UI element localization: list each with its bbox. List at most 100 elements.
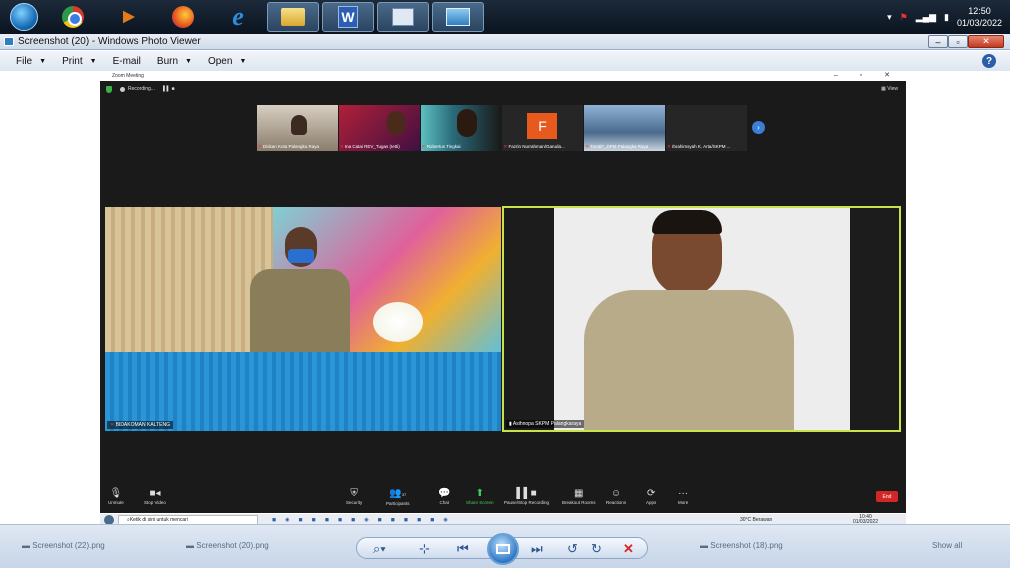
participant-avatar bbox=[386, 111, 405, 135]
photo-display: Zoom Meeting – ▫ ✕ Recording... ▌▌ ■ ▦ V… bbox=[0, 71, 1010, 526]
taskbar-chrome[interactable] bbox=[47, 2, 99, 32]
taskbar-firefox[interactable] bbox=[157, 2, 209, 32]
strip-item-label: Screenshot (20).png bbox=[196, 541, 269, 550]
person-body bbox=[250, 269, 350, 359]
menu-email-label: E-mail bbox=[112, 55, 141, 67]
table-cloth bbox=[105, 352, 501, 431]
show-all-button[interactable]: Show all bbox=[932, 541, 962, 550]
speaker-uniform bbox=[584, 290, 794, 430]
media-player-icon bbox=[123, 10, 135, 24]
thumb-name: Diskan Kota Palangka Raya bbox=[263, 144, 320, 149]
participants-count: 37 bbox=[401, 492, 407, 497]
menu-print-label: Print bbox=[62, 55, 83, 67]
close-button[interactable]: ✕ bbox=[968, 35, 1004, 48]
window-titlebar: Screenshot (20) - Windows Photo Viewer –… bbox=[0, 34, 1010, 50]
share-screen-icon: ⬆ bbox=[475, 488, 484, 499]
participants-control: 👥37 Participants bbox=[386, 487, 410, 506]
start-button[interactable] bbox=[4, 2, 44, 32]
zoom-icon[interactable]: ⌕▾ bbox=[373, 541, 386, 557]
muted-mic-icon: 🎙 bbox=[109, 488, 123, 499]
menu-open[interactable]: Open ▼ bbox=[208, 56, 246, 67]
participant-thumbnails: ✕ Diskan Kota Palangka Raya ✕ Ina Catai … bbox=[257, 105, 747, 151]
pause-icon: ▌▌ ■ bbox=[162, 86, 175, 92]
stop-video-control: ■◂ Stop Video bbox=[144, 487, 166, 505]
chat-control: 💬 Chat bbox=[438, 487, 450, 505]
pause-recording-control: ▌▌■ Pause/Stop Recording bbox=[504, 487, 549, 505]
participants-icon: 👥37 bbox=[389, 488, 407, 499]
participant-thumb: ✕ Ibrahimsyah K. Arta/SKPM ... bbox=[666, 105, 747, 151]
chat-label: Chat bbox=[439, 500, 449, 505]
strip-item[interactable]: ▬ Screenshot (18).png bbox=[700, 541, 783, 550]
viewer-control-bar: ▬ Screenshot (22).png ▬ Screenshot (20).… bbox=[0, 524, 1010, 568]
app-icon bbox=[4, 37, 14, 46]
menu-print[interactable]: Print ▼ bbox=[62, 56, 97, 67]
taskbar-word[interactable]: W bbox=[322, 2, 374, 32]
delete-icon[interactable]: ✕ bbox=[623, 541, 634, 557]
participant-thumb: F ✕ Fazrin Nurrahman/Garuda... bbox=[502, 105, 584, 151]
menu-burn[interactable]: Burn ▼ bbox=[157, 56, 192, 67]
previous-icon[interactable]: ⏮ bbox=[457, 541, 469, 557]
tray-expand-icon[interactable]: ▾ bbox=[887, 12, 892, 23]
shield-icon bbox=[106, 85, 112, 93]
flowers bbox=[373, 302, 423, 342]
maximize-button[interactable]: ▫ bbox=[948, 35, 968, 48]
thumb-name: Ina Catai REV_Tugas (Ietti) bbox=[344, 144, 400, 149]
taskbar-photo-viewer[interactable] bbox=[432, 2, 484, 32]
action-center-flag-icon[interactable]: ⚑ bbox=[900, 12, 908, 23]
chrome-icon bbox=[62, 6, 84, 28]
reactions-label: Reactions bbox=[606, 500, 627, 505]
participant-avatar bbox=[291, 115, 307, 135]
speaker-person bbox=[584, 208, 814, 430]
taskbar-control-panel[interactable] bbox=[377, 2, 429, 32]
zoom-titlebar: Zoom Meeting – ▫ ✕ bbox=[100, 71, 906, 81]
thumb-label: ✕ TorotiF_DPM Palangka Raya bbox=[585, 144, 664, 150]
video-tile-left: ✕ BIDAKOMAN KALTENG bbox=[105, 207, 501, 431]
menu-email[interactable]: E-mail bbox=[113, 56, 141, 67]
security-shield-icon: ⛨ bbox=[350, 488, 358, 499]
participant-thumb: ✕ Diskan Kota Palangka Raya bbox=[257, 105, 338, 151]
pause-stop-icon: ▌▌■ bbox=[516, 488, 537, 499]
strip-item-label: Screenshot (22).png bbox=[32, 541, 105, 550]
chevron-down-icon: ▼ bbox=[39, 57, 47, 65]
help-icon[interactable]: ? bbox=[982, 54, 996, 68]
firefox-icon bbox=[172, 6, 194, 28]
participant-thumb: ✕ Ina Catai REV_Tugas (Ietti) bbox=[338, 105, 420, 151]
signal-icon[interactable]: ▂▄▆ bbox=[916, 12, 936, 23]
internet-explorer-icon: e bbox=[232, 2, 244, 31]
end-button: End bbox=[876, 491, 898, 502]
participant-avatar bbox=[456, 109, 477, 137]
slideshow-icon bbox=[496, 544, 510, 554]
actual-size-icon[interactable]: ⊹ bbox=[419, 541, 430, 557]
menu-file[interactable]: File ▼ bbox=[16, 56, 46, 67]
taskbar-explorer[interactable] bbox=[267, 2, 319, 32]
clock-time: 12:50 bbox=[968, 6, 991, 16]
strip-item[interactable]: ▬ Screenshot (20).png bbox=[186, 541, 269, 550]
battery-icon[interactable]: ▮ bbox=[944, 12, 949, 23]
chat-icon: 💬 bbox=[438, 488, 451, 499]
rotate-clockwise-icon[interactable]: ↻ bbox=[591, 541, 602, 557]
more-control: ··· More bbox=[678, 487, 688, 505]
taskbar-ie[interactable]: e bbox=[212, 2, 264, 32]
face-mask bbox=[288, 249, 314, 263]
next-page-icon: › bbox=[752, 121, 765, 134]
word-icon: W bbox=[338, 6, 358, 28]
thumb-name: Ibrahimsyah K. Arta/SKPM ... bbox=[672, 144, 731, 149]
stop-video-label: Stop Video bbox=[144, 500, 166, 505]
clock-date: 01/03/2022 bbox=[956, 18, 1002, 28]
apps-control: ⟳ Apps bbox=[646, 487, 656, 505]
more-icon: ··· bbox=[678, 488, 689, 499]
avatar-initial: F bbox=[527, 113, 558, 139]
thumb-name: Fazrin Nurrahman/Garuda... bbox=[508, 144, 565, 149]
strip-item[interactable]: ▬ Screenshot (22).png bbox=[22, 541, 105, 550]
taskbar-clock[interactable]: 12:50 01/03/2022 bbox=[957, 5, 1002, 29]
rotate-counterclockwise-icon[interactable]: ↺ bbox=[567, 541, 578, 557]
apps-label: Apps bbox=[646, 500, 657, 505]
next-icon[interactable]: ⏭ bbox=[531, 541, 543, 557]
thumb-label: ✕ Ibrahimsyah K. Arta/SKPM ... bbox=[667, 144, 746, 150]
slideshow-button[interactable] bbox=[487, 533, 519, 565]
security-control: ⛨ Security bbox=[346, 487, 362, 505]
menu-burn-label: Burn bbox=[156, 55, 179, 67]
taskbar-media-player[interactable] bbox=[102, 2, 154, 32]
minimize-button[interactable]: – bbox=[928, 35, 948, 48]
breakout-rooms-icon: ▦ bbox=[574, 488, 584, 499]
